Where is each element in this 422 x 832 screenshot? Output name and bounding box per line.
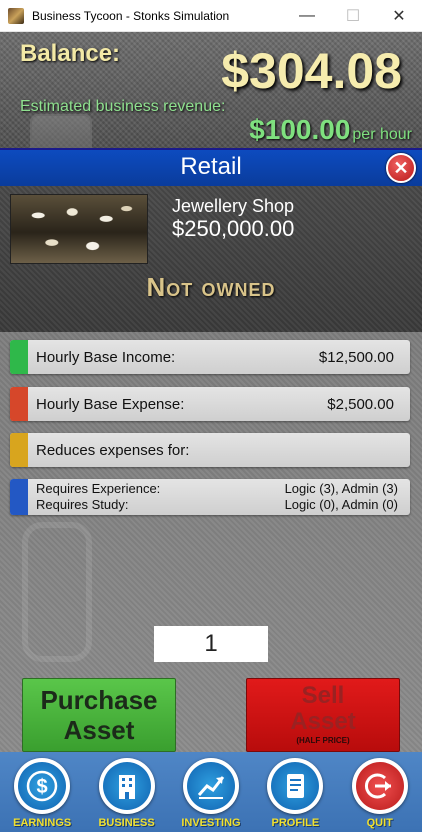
expense-value: $2,500.00 [327, 395, 394, 413]
expense-label: Hourly Base Expense: [36, 395, 185, 413]
revenue-value: $100.00 per hour [249, 114, 412, 146]
power-exit-icon [355, 762, 404, 810]
minimize-button[interactable]: — [284, 0, 330, 32]
business-photo [10, 194, 148, 264]
nav-business-label: BUSINESS [98, 817, 155, 829]
nav-quit-circle [351, 758, 408, 814]
sell-line1: Sell [301, 682, 345, 709]
window-controls: — ☐ ✕ [284, 0, 422, 32]
maximize-button[interactable]: ☐ [330, 0, 376, 32]
panel-title: Retail [180, 153, 242, 180]
nav-quit[interactable]: QUIT [341, 758, 419, 832]
business-name: Jewellery Shop [172, 196, 295, 216]
business-price: $250,000.00 [172, 216, 295, 241]
sell-line2: Asset [290, 708, 356, 735]
ownership-status: Not owned [146, 272, 276, 302]
stats-area: Hourly Base Income: $12,500.00 Hourly Ba… [0, 332, 422, 752]
close-window-button[interactable]: ✕ [376, 0, 422, 32]
expense-color-bar [10, 387, 28, 421]
nav-earnings-circle: $ [14, 758, 71, 814]
chart-up-icon [186, 762, 235, 810]
nav-business[interactable]: BUSINESS [88, 758, 166, 832]
stat-row-expense: Hourly Base Expense: $2,500.00 [10, 387, 410, 421]
nav-profile-label: PROFILE [271, 817, 320, 829]
document-icon [271, 762, 320, 810]
requires-color-bar [10, 479, 28, 515]
app-icon [8, 7, 24, 24]
watermark-decoration [22, 522, 92, 662]
card-chip-decoration [30, 114, 92, 148]
panel-header: Retail ✕ [0, 148, 422, 186]
nav-profile-circle [267, 758, 324, 814]
nav-business-circle [98, 758, 155, 814]
study-value: Logic (0), Admin (0) [284, 497, 398, 512]
requirements-values: Logic (3), Admin (3) Logic (0), Admin (0… [285, 481, 398, 513]
nav-earnings-label: EARNINGS [13, 817, 72, 829]
nav-profile[interactable]: PROFILE [256, 758, 334, 832]
experience-label: Requires Experience: [36, 481, 161, 496]
income-color-bar [10, 340, 28, 374]
window-title: Business Tycoon - Stonks Simulation [32, 8, 230, 23]
balance-header: Balance: $304.08 Estimated business reve… [0, 32, 422, 148]
stat-row-reduces: Reduces expenses for: [10, 433, 410, 467]
requirements-labels: Requires Experience: Requires Study: [36, 481, 285, 513]
nav-investing-label: INVESTING [181, 817, 241, 829]
purchase-line1: Purchase [40, 685, 158, 715]
building-icon [102, 762, 151, 810]
reduces-label: Reduces expenses for: [36, 441, 190, 459]
income-label: Hourly Base Income: [36, 348, 176, 366]
bottom-nav: $ EARNINGS BUSINESS INVESTING PROFILE QU… [0, 752, 422, 832]
close-panel-button[interactable]: ✕ [386, 153, 416, 183]
revenue-label: Estimated business revenue: [20, 98, 226, 115]
stat-row-requirements: Requires Experience: Requires Study: Log… [10, 479, 410, 515]
close-icon: ✕ [393, 157, 409, 178]
svg-text:$: $ [37, 776, 48, 798]
quantity-input[interactable]: 1 [154, 626, 268, 662]
nav-investing[interactable]: INVESTING [172, 758, 250, 832]
revenue-amount: $100.00 [249, 114, 351, 145]
purchase-asset-button[interactable]: Purchase Asset [22, 678, 176, 752]
nav-earnings[interactable]: $ EARNINGS [3, 758, 81, 832]
revenue-unit: per hour [352, 126, 412, 143]
sell-note: (HALF PRICE) [296, 736, 350, 745]
stat-row-income: Hourly Base Income: $12,500.00 [10, 340, 410, 374]
nav-quit-label: QUIT [366, 817, 393, 829]
business-info: Jewellery Shop $250,000.00 Not owned [0, 186, 422, 332]
dollar-coin-icon: $ [18, 762, 67, 810]
sell-asset-button[interactable]: Sell Asset (HALF PRICE) [246, 678, 400, 752]
purchase-line2: Asset [63, 715, 135, 745]
balance-label: Balance: [20, 40, 121, 67]
income-value: $12,500.00 [318, 348, 394, 366]
study-label: Requires Study: [36, 497, 129, 512]
nav-investing-circle [182, 758, 239, 814]
experience-value: Logic (3), Admin (3) [284, 481, 398, 496]
balance-value: $304.08 [221, 43, 402, 99]
window-titlebar: Business Tycoon - Stonks Simulation — ☐ … [0, 0, 422, 32]
reduces-color-bar [10, 433, 28, 467]
